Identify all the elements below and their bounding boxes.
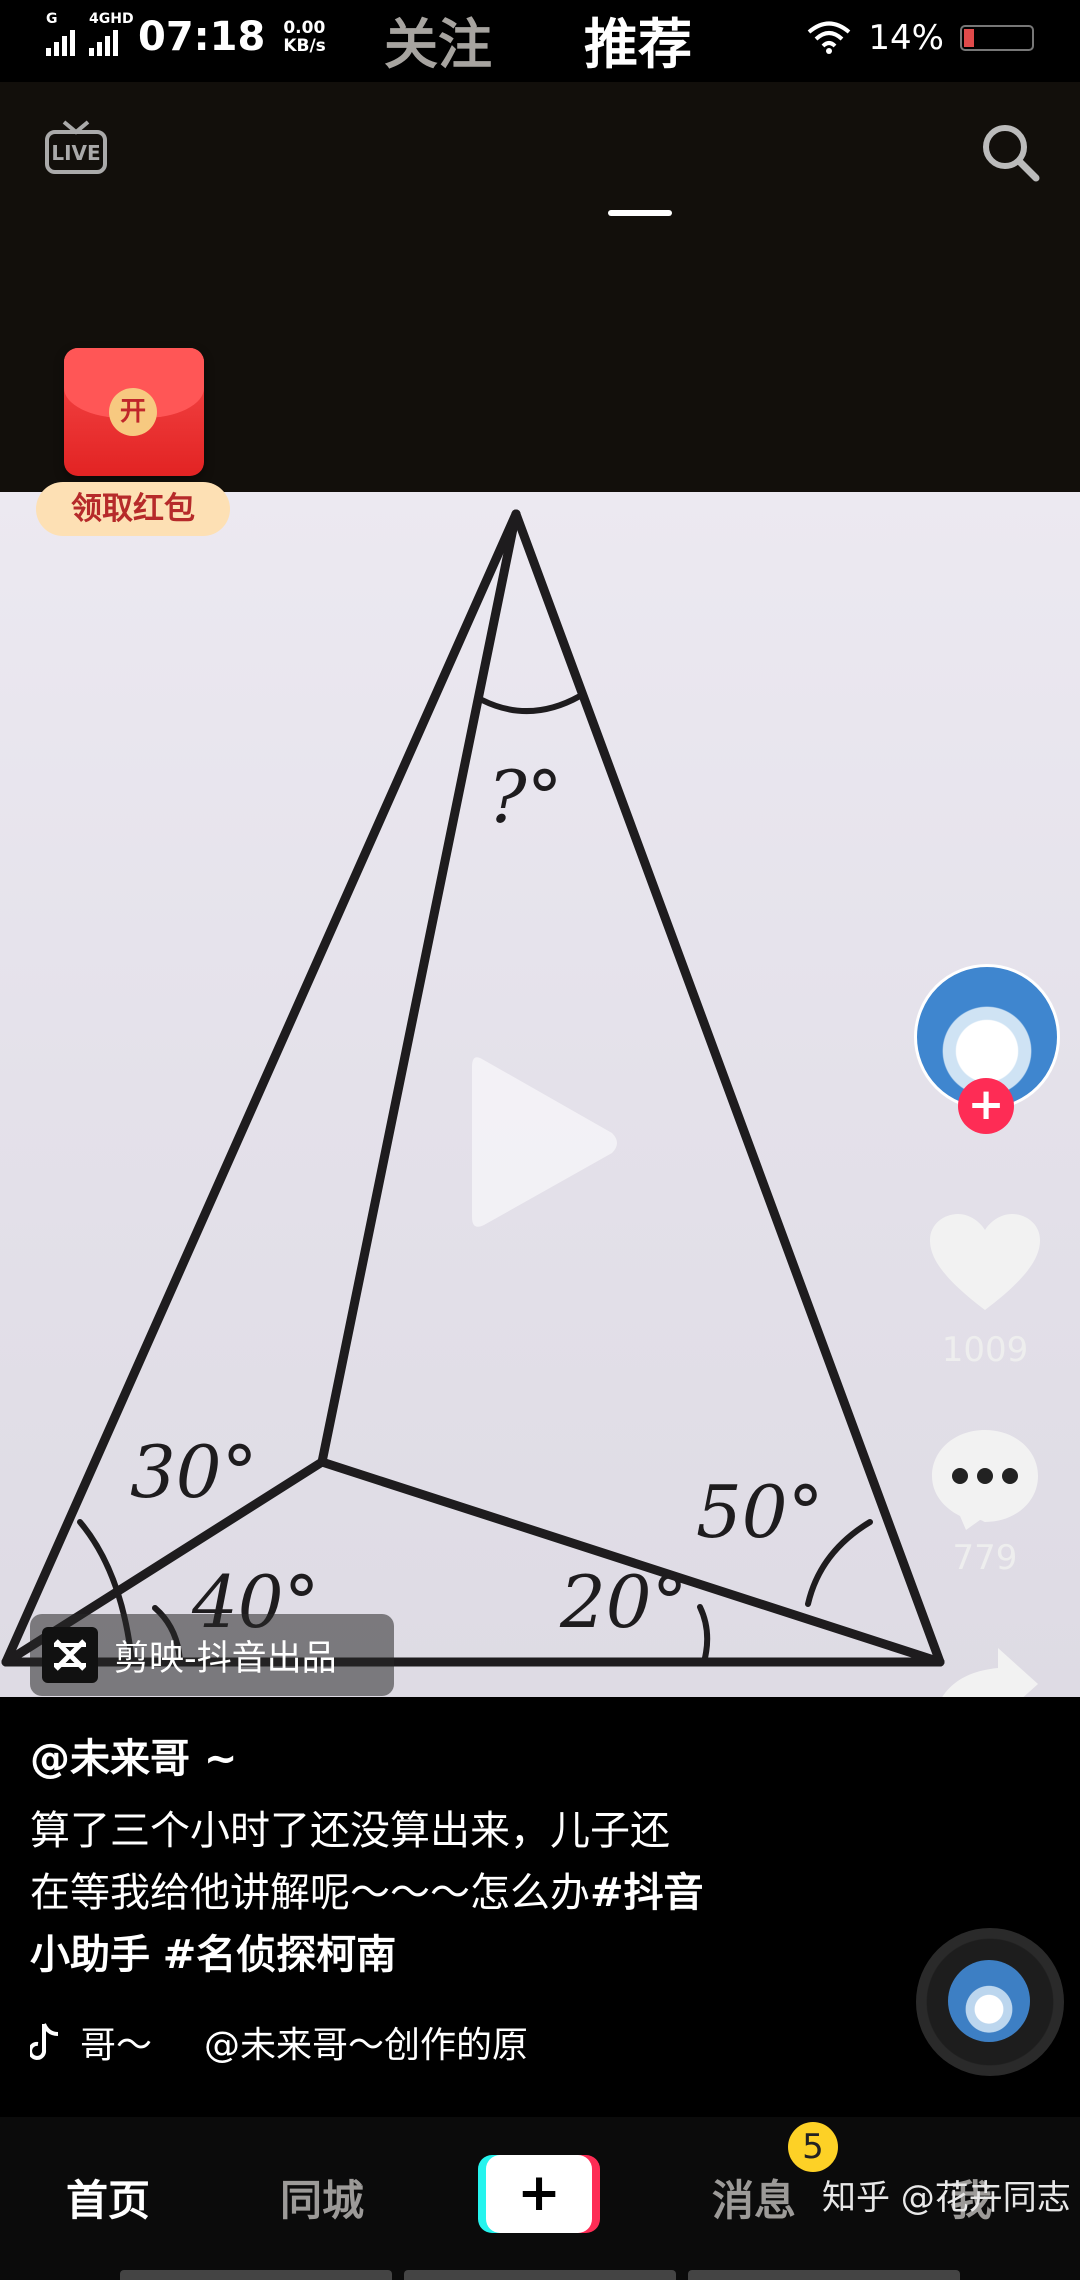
angle-label-50: 50° <box>696 1470 824 1554</box>
hashtag-douyin-cont[interactable]: 小助手 <box>30 1932 150 1978</box>
clock: 07:18 <box>138 14 266 60</box>
plus-icon: + <box>486 2155 592 2233</box>
claim-red-envelope-button[interactable]: 领取红包 <box>36 482 230 536</box>
home-indicator <box>120 2270 960 2280</box>
video-description: 算了三个小时了还没算出来，儿子还 在等我给他讲解呢～～～怎么办#抖音 小助手 #… <box>30 1808 704 1978</box>
hashtag-detective-conan[interactable]: #名侦探柯南 <box>163 1932 397 1978</box>
tab-recommend[interactable]: 推荐 <box>584 0 692 79</box>
video-player[interactable]: ?° 30° 40° 50° 20° <box>0 492 1080 1697</box>
hashtag-douyin[interactable]: #抖音 <box>590 1870 704 1916</box>
music-title-a: 哥～ <box>80 2025 153 2066</box>
messages-badge: 5 <box>788 2122 838 2172</box>
create-video-button[interactable]: + <box>478 2155 600 2233</box>
music-note-icon <box>30 2023 59 2060</box>
nav-nearby[interactable]: 同城 <box>280 2167 364 2228</box>
music-ticker[interactable]: 哥～ @未来哥～创作的原 <box>30 2016 528 2068</box>
svg-text:LIVE: LIVE <box>51 141 100 165</box>
battery-icon <box>960 25 1034 51</box>
like-count: 1009 <box>941 1330 1029 1370</box>
live-tv-icon[interactable]: LIVE <box>44 118 108 176</box>
network-speed: 0.00 KB/s <box>283 18 326 56</box>
angle-label-20: 20° <box>559 1560 688 1644</box>
nav-home[interactable]: 首页 <box>66 2167 150 2228</box>
battery-percent: 14% <box>868 18 944 58</box>
angle-label-30: 30° <box>130 1430 258 1514</box>
author-name[interactable]: @未来哥 ~ <box>30 1726 237 1784</box>
capcut-label: 剪映-抖音出品 <box>114 1638 337 1679</box>
play-icon[interactable] <box>462 1047 622 1237</box>
watermark: 知乎 @花卉同志 <box>822 2178 1071 2218</box>
like-heart-icon[interactable] <box>930 1214 1040 1314</box>
red-envelope-icon[interactable]: 开 <box>64 348 204 476</box>
comment-count: 779 <box>952 1538 1018 1578</box>
signal-strength-icon-1: G <box>46 12 75 56</box>
capcut-tag[interactable]: 剪映-抖音出品 <box>30 1614 394 1696</box>
capcut-logo-icon <box>42 1627 98 1683</box>
search-icon[interactable] <box>978 120 1042 184</box>
comment-bubble-icon[interactable] <box>930 1428 1040 1532</box>
active-tab-indicator <box>608 210 672 216</box>
status-bar: G 4GHD 07:18 0.00 KB/s 14% <box>0 0 1080 82</box>
tab-follow[interactable]: 关注 <box>384 0 492 79</box>
music-disc-avatar <box>948 1960 1030 2042</box>
music-title-b: @未来哥～创作的原 <box>204 2025 529 2066</box>
follow-plus-icon[interactable]: + <box>958 1078 1014 1134</box>
signal-strength-icon-2: 4GHD <box>89 12 134 56</box>
angle-label-unknown: ?° <box>488 755 563 839</box>
wifi-icon <box>808 21 851 54</box>
nav-messages[interactable]: 消息 <box>712 2167 796 2228</box>
